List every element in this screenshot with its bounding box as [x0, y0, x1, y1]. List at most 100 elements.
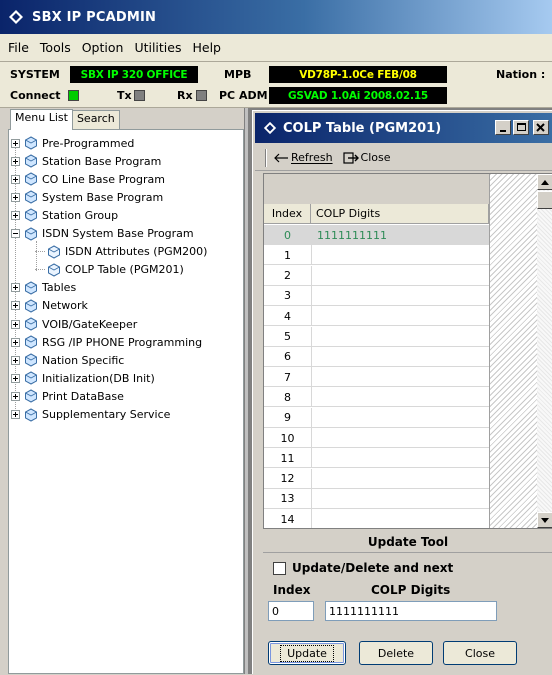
menu-help[interactable]: Help — [190, 38, 223, 57]
app-titlebar[interactable]: SBX IP PCADMIN — [0, 0, 552, 34]
menu-file[interactable]: File — [6, 38, 31, 57]
menu-tree[interactable]: Pre-Programmed Station Base Program CO Lin… — [8, 129, 244, 674]
cell-index[interactable]: 3 — [264, 286, 311, 306]
expand-plus-icon[interactable] — [11, 337, 20, 347]
cell-index[interactable]: 2 — [264, 266, 311, 286]
child-titlebar[interactable]: COLP Table (PGM201) — [255, 113, 552, 143]
tree-item-network[interactable]: Network — [11, 297, 88, 315]
scroll-down-button[interactable] — [537, 512, 552, 528]
expand-plus-icon[interactable] — [11, 210, 20, 220]
expand-plus-icon[interactable] — [11, 301, 20, 311]
cell-colp-digits[interactable] — [311, 448, 489, 469]
expand-plus-icon[interactable] — [11, 373, 20, 383]
tab-search[interactable]: Search — [71, 110, 120, 129]
table-row[interactable]: 1 — [264, 245, 489, 266]
cell-index[interactable]: 8 — [264, 387, 311, 407]
cell-colp-digits[interactable] — [311, 407, 489, 428]
table-row[interactable]: 14 — [264, 509, 489, 528]
menu-tools[interactable]: Tools — [38, 38, 73, 57]
colp-grid[interactable]: Index COLP Digits 0 1111111111 1 2 3 4 5 6 7 8 9 10… — [263, 173, 552, 529]
delete-button[interactable]: Delete — [359, 641, 433, 665]
expand-plus-icon[interactable] — [11, 174, 20, 184]
update-next-checkbox[interactable] — [273, 561, 286, 575]
tree-item-nation-specific[interactable]: Nation Specific — [11, 351, 124, 369]
cell-colp-digits[interactable] — [311, 428, 489, 448]
cell-index[interactable]: 7 — [264, 367, 311, 387]
close-button[interactable]: Close — [443, 641, 517, 665]
cell-colp-digits[interactable] — [311, 509, 489, 528]
table-row[interactable]: 8 — [264, 387, 489, 408]
cell-index[interactable]: 5 — [264, 327, 311, 347]
minimize-button[interactable] — [495, 120, 511, 135]
cell-colp-digits[interactable] — [311, 468, 489, 489]
table-row[interactable]: 0 1111111111 — [264, 225, 489, 245]
cell-index[interactable]: 12 — [264, 469, 311, 489]
colp-digits-input[interactable]: 1111111111 — [325, 601, 497, 621]
expand-plus-icon[interactable] — [11, 410, 20, 419]
column-header-colp-digits[interactable]: COLP Digits — [311, 204, 489, 224]
table-row[interactable]: 10 — [264, 428, 489, 448]
cell-colp-digits[interactable] — [311, 245, 489, 266]
tree-item-pre-programmed[interactable]: Pre-Programmed — [11, 134, 134, 152]
tree-item-rsg-ip-phone-programming[interactable]: RSG /IP PHONE Programming — [11, 333, 202, 351]
maximize-button[interactable] — [513, 120, 529, 135]
table-row[interactable]: 3 — [264, 285, 489, 306]
tree-item-system-base-program[interactable]: System Base Program — [11, 188, 163, 206]
toolbar-close-button[interactable]: Close — [342, 151, 391, 164]
cell-colp-digits[interactable] — [311, 367, 489, 388]
expand-plus-icon[interactable] — [11, 138, 20, 148]
refresh-button[interactable]: Refresh — [273, 151, 333, 164]
cell-colp-digits[interactable] — [311, 488, 489, 509]
table-row[interactable]: 12 — [264, 468, 489, 489]
grid-scrollbar[interactable] — [537, 174, 552, 528]
column-header-index[interactable]: Index — [264, 204, 311, 224]
cell-colp-digits[interactable] — [311, 387, 489, 408]
cell-colp-digits[interactable] — [311, 326, 489, 347]
cell-index[interactable]: 0 — [264, 225, 311, 245]
tab-menu-list[interactable]: Menu List — [10, 109, 73, 130]
table-row[interactable]: 6 — [264, 346, 489, 367]
cell-colp-digits[interactable] — [311, 285, 489, 306]
expand-plus-icon[interactable] — [11, 319, 20, 329]
table-row[interactable]: 4 — [264, 306, 489, 327]
expand-plus-icon[interactable] — [11, 156, 20, 166]
table-row[interactable]: 7 — [264, 367, 489, 388]
expand-plus-icon[interactable] — [11, 192, 20, 202]
cell-index[interactable]: 4 — [264, 306, 311, 326]
menu-utilities[interactable]: Utilities — [132, 38, 183, 57]
tree-item-station-base-program[interactable]: Station Base Program — [11, 152, 161, 170]
cell-index[interactable]: 6 — [264, 347, 311, 367]
collapse-minus-icon[interactable] — [11, 229, 20, 238]
menu-option[interactable]: Option — [80, 38, 126, 57]
update-next-checkbox-row[interactable]: Update/Delete and next — [273, 561, 453, 575]
tree-item-print-database[interactable]: Print DataBase — [11, 387, 124, 405]
update-button[interactable]: Update — [268, 641, 346, 665]
expand-plus-icon[interactable] — [11, 355, 20, 365]
cell-colp-digits[interactable]: 1111111111 — [311, 225, 489, 245]
close-window-button[interactable] — [533, 120, 549, 135]
table-row[interactable]: 11 — [264, 448, 489, 469]
cell-index[interactable]: 11 — [264, 448, 311, 468]
table-row[interactable]: 13 — [264, 488, 489, 509]
tree-item-supplementary-service[interactable]: Supplementary Service — [11, 406, 170, 424]
cell-colp-digits[interactable] — [311, 265, 489, 286]
tree-item-isdn-attributes-pgm200[interactable]: ISDN Attributes (PGM200) — [35, 243, 207, 261]
expand-plus-icon[interactable] — [11, 283, 20, 293]
cell-colp-digits[interactable] — [311, 306, 489, 327]
cell-colp-digits[interactable] — [311, 346, 489, 367]
cell-index[interactable]: 13 — [264, 489, 311, 509]
index-input[interactable]: 0 — [268, 601, 314, 621]
cell-index[interactable]: 9 — [264, 408, 311, 428]
table-row[interactable]: 9 — [264, 407, 489, 428]
table-row[interactable]: 5 — [264, 326, 489, 347]
tree-item-initialization-db-init[interactable]: Initialization(DB Init) — [11, 369, 155, 387]
cell-index[interactable]: 10 — [264, 428, 311, 448]
tree-item-co-line-base-program[interactable]: CO Line Base Program — [11, 170, 165, 188]
scroll-up-button[interactable] — [537, 174, 552, 190]
tree-item-colp-table-pgm201[interactable]: COLP Table (PGM201) — [35, 261, 184, 279]
cell-index[interactable]: 14 — [264, 509, 311, 528]
cell-index[interactable]: 1 — [264, 245, 311, 265]
tree-item-tables[interactable]: Tables — [11, 279, 76, 297]
expand-plus-icon[interactable] — [11, 391, 20, 401]
table-row[interactable]: 2 — [264, 265, 489, 286]
